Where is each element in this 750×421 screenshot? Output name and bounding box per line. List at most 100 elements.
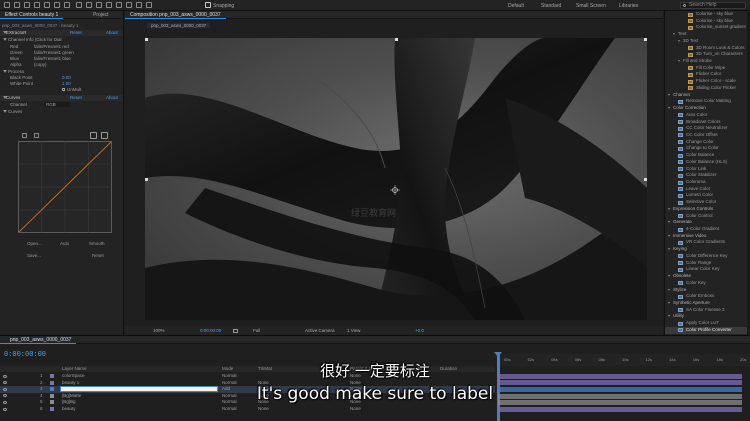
curves-graph[interactable] <box>18 141 112 233</box>
effect-item[interactable]: 3D Room Look & Colors <box>665 45 750 52</box>
handle-top-right[interactable] <box>644 38 647 41</box>
zoom-tool-icon[interactable] <box>34 2 40 8</box>
effect-item[interactable]: Lumetri Color <box>665 192 750 199</box>
channel-value[interactable]: (copy) <box>34 62 47 67</box>
expand-caret-icon[interactable] <box>668 275 670 278</box>
clone-tool-icon[interactable] <box>116 2 122 8</box>
effect-item[interactable]: Color Balance <box>665 152 750 159</box>
effect-item[interactable]: CC Color Neutralizer <box>665 125 750 132</box>
search-help-input[interactable]: Search Help <box>680 2 746 9</box>
snapping-checkbox[interactable] <box>205 2 211 8</box>
curve-smooth-icon[interactable] <box>90 132 97 139</box>
zoom-dropdown[interactable]: 100% <box>153 328 165 333</box>
eraser-tool-icon[interactable] <box>126 2 132 8</box>
white-point-value[interactable]: 1.00 <box>62 81 71 86</box>
tab-effect-controls[interactable]: Effect Controls beauty 1 <box>0 11 64 19</box>
rectangle-tool-icon[interactable] <box>76 2 82 8</box>
unmult-checkbox[interactable] <box>62 88 65 91</box>
effect-item[interactable]: Color Profile Converter <box>665 326 750 334</box>
expand-caret-icon[interactable] <box>668 93 670 96</box>
effect-item[interactable]: Fill and Stroke <box>665 58 750 65</box>
hand-tool-icon[interactable] <box>24 2 30 8</box>
puppet-tool-icon[interactable] <box>146 2 152 8</box>
expand-caret-icon[interactable] <box>678 60 680 63</box>
effect-item[interactable]: Apply Color LUT <box>665 320 750 327</box>
effect-item[interactable]: Colorise - sky blue <box>665 18 750 25</box>
effect-item[interactable]: Stylize <box>665 287 750 294</box>
pan-behind-tool-icon[interactable] <box>64 2 70 8</box>
effect-item[interactable]: Text <box>665 31 750 38</box>
home-icon[interactable] <box>4 2 10 8</box>
effect-item[interactable]: Flicker Color <box>665 71 750 78</box>
effect-item[interactable]: Color Emboss <box>665 293 750 300</box>
tab-project[interactable]: Project <box>88 11 114 19</box>
effect-about-link[interactable]: About <box>106 30 118 35</box>
curve-tool-icon[interactable] <box>22 133 27 138</box>
layer-duration-bar[interactable] <box>498 406 742 412</box>
table-row[interactable]: 6 beauty Normal None None <box>0 406 495 413</box>
tab-composition[interactable]: Composition pnp_003_asws_0000_0037 <box>125 11 226 19</box>
channel-value[interactable]: falin/Fresnel1 green <box>34 50 74 55</box>
effect-item[interactable]: Color Control <box>665 213 750 220</box>
effect-item[interactable]: CC Color Offset <box>665 132 750 139</box>
composition-viewer[interactable]: 绿豆教育网 <box>145 38 647 320</box>
effect-item[interactable]: Immersive Video <box>665 233 750 240</box>
effect-item[interactable]: Color Correction <box>665 105 750 112</box>
black-point-value[interactable]: 0.00 <box>62 75 71 80</box>
channel-dropdown[interactable]: RGB <box>44 102 70 107</box>
effect-item[interactable]: Obsolete <box>665 273 750 280</box>
curves-smooth-button[interactable]: Smooth <box>89 241 105 246</box>
workspace-libraries[interactable]: Libraries <box>619 3 638 9</box>
effect-item[interactable]: Linear Color Key <box>665 266 750 273</box>
layer-trkmat[interactable]: None <box>258 406 269 411</box>
effect-header-curves[interactable]: Curves Reset About <box>0 95 123 101</box>
effect-item[interactable]: Color Stabilizer <box>665 172 750 179</box>
channel-value[interactable]: falin/Fresnel1 red <box>34 44 69 49</box>
pen-tool-icon[interactable] <box>86 2 92 8</box>
curves-save-button[interactable]: Save... <box>27 253 41 258</box>
effect-reset-link[interactable]: Reset <box>70 30 82 35</box>
workspace-small-screen[interactable]: Small Screen <box>576 3 606 9</box>
curve-linear-icon[interactable] <box>101 132 108 139</box>
channel-value[interactable]: falin/Fresnel1 blue <box>34 56 71 61</box>
expand-caret-icon[interactable] <box>668 301 670 304</box>
brush-tool-icon[interactable] <box>106 2 112 8</box>
roto-tool-icon[interactable] <box>136 2 142 8</box>
curve-pencil-icon[interactable] <box>34 133 39 138</box>
visibility-eye-icon[interactable] <box>3 407 7 411</box>
effect-item[interactable]: Utility <box>665 313 750 320</box>
expand-caret-icon[interactable] <box>668 234 670 237</box>
effect-item[interactable]: SA Color Finesse 3 <box>665 307 750 314</box>
effect-item[interactable]: Sliding Color Flicker <box>665 85 750 92</box>
effect-item[interactable]: Colorise - sky blue <box>665 11 750 18</box>
effect-item[interactable]: Color Range <box>665 260 750 267</box>
resolution-dropdown[interactable]: Full <box>253 328 260 333</box>
effect-item[interactable]: Synthetic Aperture <box>665 300 750 307</box>
effect-item[interactable]: Generate <box>665 219 750 226</box>
effect-item[interactable]: Selective Color <box>665 199 750 206</box>
curves-auto-button[interactable]: Auto <box>60 241 69 246</box>
effect-item[interactable]: Colorise_sunset gradient <box>665 24 750 31</box>
layer-name[interactable]: beauty <box>62 406 76 411</box>
effect-item[interactable]: Channel <box>665 92 750 99</box>
workspace-standard[interactable]: Standard <box>541 3 561 9</box>
layer-parent[interactable]: None <box>350 406 361 411</box>
effect-item[interactable]: Color Key <box>665 280 750 287</box>
expand-caret-icon[interactable] <box>668 207 670 210</box>
layer-mode[interactable]: Normal <box>222 406 237 411</box>
effect-item[interactable]: Broadcast Colors <box>665 119 750 126</box>
timeline-timecode[interactable]: 0:00:00:00 <box>4 351 46 359</box>
handle-top-center[interactable] <box>395 38 398 41</box>
exposure-value[interactable]: +0.0 <box>415 328 424 333</box>
effect-item[interactable]: 3D Turn_on Characters <box>665 51 750 58</box>
workspace-default[interactable]: Default <box>508 3 524 9</box>
expand-caret-icon[interactable] <box>668 288 670 291</box>
effect-item[interactable]: Remove Color Matting <box>665 98 750 105</box>
effect-item[interactable]: Expression Controls <box>665 206 750 213</box>
curves-reset-button[interactable]: Reset <box>92 253 104 258</box>
viewer-timecode[interactable]: 0:00:00:00 <box>200 328 221 333</box>
camera-dropdown[interactable]: Active Camera <box>305 328 335 333</box>
effect-item[interactable]: VR Color Gradients <box>665 239 750 246</box>
effect-item[interactable]: Leave Color <box>665 186 750 193</box>
rotate-tool-icon[interactable] <box>44 2 50 8</box>
